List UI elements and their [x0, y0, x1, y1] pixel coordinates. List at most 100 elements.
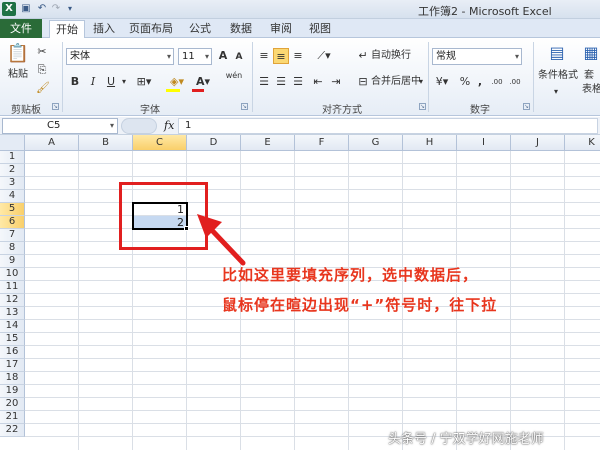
select-all-button[interactable]	[0, 135, 25, 151]
font-color-icon[interactable]: A▾	[192, 74, 214, 90]
conditional-formatting-button[interactable]: 条件格式	[538, 69, 578, 83]
row-header-20[interactable]: 20	[0, 398, 25, 411]
column-header-b[interactable]: B	[79, 135, 133, 151]
border-icon[interactable]: ⊞▾	[134, 74, 154, 90]
comma-style-icon[interactable]: ,	[474, 74, 486, 90]
row-header-21[interactable]: 21	[0, 411, 25, 424]
redo-icon[interactable]: ↷	[50, 3, 62, 15]
copy-icon[interactable]: ⎘	[36, 62, 48, 78]
column-header-e[interactable]: E	[241, 135, 295, 151]
formula-input[interactable]: 1	[178, 118, 598, 134]
tab-home[interactable]: 开始	[49, 20, 85, 38]
percent-icon[interactable]: %	[458, 74, 472, 90]
paste-icon[interactable]: 📋	[6, 42, 30, 66]
row-header-2[interactable]: 2	[0, 164, 25, 177]
row-header-6[interactable]: 6	[0, 216, 25, 229]
align-center-icon[interactable]: ☰	[273, 74, 289, 90]
increase-indent-icon[interactable]: ⇥	[328, 74, 344, 90]
row-header-14[interactable]: 14	[0, 320, 25, 333]
align-middle-icon[interactable]: ≡	[273, 48, 289, 64]
tab-data[interactable]: 数据	[226, 20, 256, 38]
italic-button[interactable]: I	[86, 74, 100, 90]
column-header-k[interactable]: K	[565, 135, 600, 151]
format-painter-icon[interactable]: 🖌	[36, 80, 50, 96]
row-header-13[interactable]: 13	[0, 307, 25, 320]
font-launcher-icon[interactable]: ↘	[241, 103, 248, 110]
row-header-7[interactable]: 7	[0, 229, 25, 242]
align-bottom-icon[interactable]: ≡	[290, 48, 306, 64]
align-left-icon[interactable]: ☰	[256, 74, 272, 90]
row-header-4[interactable]: 4	[0, 190, 25, 203]
clipboard-launcher-icon[interactable]: ↘	[52, 103, 59, 110]
tab-file[interactable]: 文件	[0, 19, 42, 38]
shrink-font-button[interactable]: A	[232, 49, 246, 65]
font-size-select[interactable]: 11 ▾	[178, 48, 212, 65]
alignment-launcher-icon[interactable]: ↘	[419, 103, 426, 110]
chevron-down-icon[interactable]: ▾	[120, 74, 128, 90]
wrap-text-button[interactable]: 自动换行	[371, 49, 411, 63]
chevron-down-icon[interactable]: ▾	[552, 84, 560, 100]
column-header-a[interactable]: A	[25, 135, 79, 151]
row-header-15[interactable]: 15	[0, 333, 25, 346]
title-bar: X ▣ ↶ ↷ ▾ 工作簿2 - Microsoft Excel	[0, 0, 600, 19]
align-top-icon[interactable]: ≡	[256, 48, 272, 64]
column-header-g[interactable]: G	[349, 135, 403, 151]
wrap-text-icon[interactable]: ↵	[356, 48, 370, 64]
number-format-select[interactable]: 常规 ▾	[432, 48, 522, 65]
grow-font-button[interactable]: A	[216, 48, 230, 64]
underline-button[interactable]: U	[104, 74, 118, 90]
format-as-table-button[interactable]: 套	[584, 69, 594, 83]
formula-bar-splitter[interactable]	[121, 118, 157, 134]
undo-icon[interactable]: ↶	[36, 3, 48, 15]
row-header-9[interactable]: 9	[0, 255, 25, 268]
tab-view[interactable]: 视图	[305, 20, 335, 38]
decrease-indent-icon[interactable]: ⇤	[310, 74, 326, 90]
column-header-i[interactable]: I	[457, 135, 511, 151]
tab-review[interactable]: 审阅	[266, 20, 296, 38]
save-icon[interactable]: ▣	[20, 3, 32, 15]
row-header-11[interactable]: 11	[0, 281, 25, 294]
row-header-8[interactable]: 8	[0, 242, 25, 255]
merge-center-button[interactable]: 合并后居中	[371, 75, 421, 89]
tab-page-layout[interactable]: 页面布局	[128, 20, 174, 38]
row-header-17[interactable]: 17	[0, 359, 25, 372]
align-right-icon[interactable]: ☰	[290, 74, 306, 90]
bold-button[interactable]: B	[68, 74, 82, 90]
row-header-22[interactable]: 22	[0, 424, 25, 437]
row-header-18[interactable]: 18	[0, 372, 25, 385]
merge-center-icon[interactable]: ⊟	[356, 74, 370, 90]
row-header-10[interactable]: 10	[0, 268, 25, 281]
column-header-h[interactable]: H	[403, 135, 457, 151]
phonetic-guide-button[interactable]: wén	[222, 71, 246, 87]
format-as-table-icon[interactable]: ▦	[582, 42, 600, 64]
conditional-formatting-icon[interactable]: ▤	[545, 42, 569, 64]
row-header-19[interactable]: 19	[0, 385, 25, 398]
quick-access-dropdown-icon[interactable]: ▾	[64, 3, 76, 15]
font-name-select[interactable]: 宋体 ▾	[66, 48, 174, 65]
number-launcher-icon[interactable]: ↘	[523, 103, 530, 110]
cut-icon[interactable]: ✂	[36, 44, 48, 60]
row-header-5[interactable]: 5	[0, 203, 25, 216]
tab-formulas[interactable]: 公式	[185, 20, 215, 38]
gridline	[25, 189, 600, 190]
tab-insert[interactable]: 插入	[88, 20, 120, 38]
increase-decimal-button[interactable]: .00	[488, 74, 506, 90]
name-box[interactable]: C5 ▾	[2, 118, 118, 134]
column-header-d[interactable]: D	[187, 135, 241, 151]
row-header-12[interactable]: 12	[0, 294, 25, 307]
column-header-j[interactable]: J	[511, 135, 565, 151]
annotation-text: 比如这里要填充序列，选中数据后， 鼠标停在暄边出现“+”符号时，往下拉	[222, 260, 497, 320]
orientation-icon[interactable]: ⟋▾	[314, 48, 334, 64]
accounting-format-icon[interactable]: ¥▾	[432, 74, 452, 90]
insert-function-icon[interactable]: fx	[164, 119, 174, 132]
row-header-3[interactable]: 3	[0, 177, 25, 190]
column-header-c[interactable]: C	[133, 135, 187, 151]
decrease-decimal-button[interactable]: .00	[506, 74, 524, 90]
fill-color-icon[interactable]: ◈▾	[166, 74, 188, 90]
row-header-16[interactable]: 16	[0, 346, 25, 359]
chevron-down-icon[interactable]: ▾	[417, 74, 425, 90]
paste-button-label[interactable]: 粘贴	[8, 68, 28, 82]
window-title: 工作簿2 - Microsoft Excel	[418, 5, 552, 18]
row-header-1[interactable]: 1	[0, 151, 25, 164]
column-header-f[interactable]: F	[295, 135, 349, 151]
